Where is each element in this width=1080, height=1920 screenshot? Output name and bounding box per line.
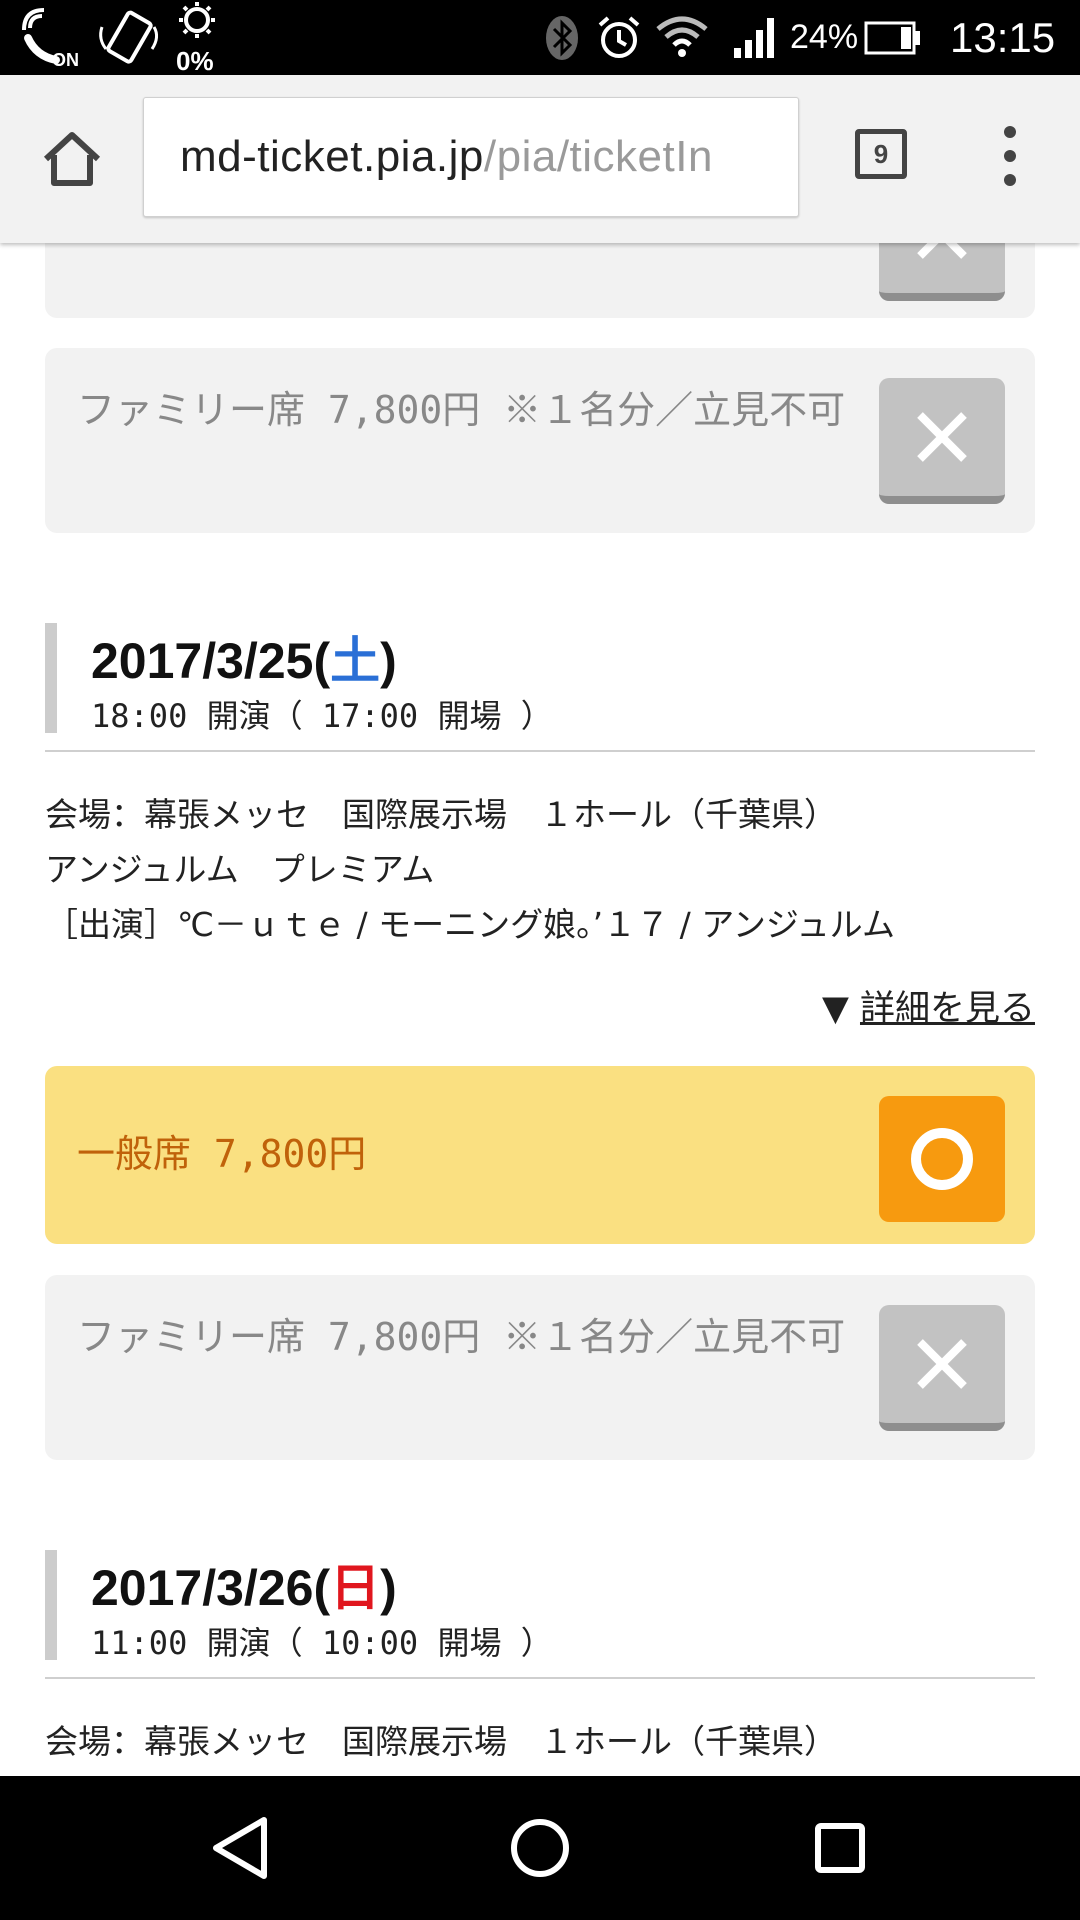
seat-card-partial <box>45 243 1035 318</box>
status-bar: ON 0% 24% 13:15 <box>0 0 1080 75</box>
date-accent-bar <box>45 623 57 733</box>
soldout-button[interactable] <box>879 243 1005 301</box>
seat-label: 一般席 7,800円 <box>77 1132 367 1176</box>
svg-text:ON: ON <box>52 50 79 68</box>
clock: 13:15 <box>950 13 1056 61</box>
soldout-button[interactable] <box>879 1305 1005 1431</box>
browser-toolbar: md-ticket.pia.jp/pia/ticketIn 9 <box>0 75 1080 243</box>
event-time: 11:00 開演（ 10:00 開場 ） <box>91 1624 553 1662</box>
seat-card-family: ファミリー席 7,800円 ※１名分／立見不可 <box>45 1275 1035 1460</box>
back-icon[interactable] <box>200 1808 280 1888</box>
event-date: 2017/3/26(日) <box>91 1560 397 1616</box>
date-accent-bar <box>45 1550 57 1660</box>
battery-icon <box>864 0 922 75</box>
bluetooth-icon <box>544 0 580 75</box>
venue-text: 会場：幕張メッセ 国際展示場 １ホール（千葉県） <box>45 1722 837 1761</box>
event-date-header: 2017/3/25(土) 18:00 開演（ 17:00 開場 ） <box>45 623 1035 753</box>
divider <box>45 1677 1035 1679</box>
day-of-week: 土 <box>330 633 381 689</box>
url-bar[interactable]: md-ticket.pia.jp/pia/ticketIn <box>143 97 799 217</box>
page-content: ファミリー席 7,800円 ※１名分／立見不可 2017/3/25(土) 18:… <box>0 243 1080 1776</box>
overflow-menu-icon[interactable] <box>995 123 1025 189</box>
venue-text: 会場：幕張メッセ 国際展示場 １ホール（千葉県） <box>45 795 837 834</box>
rotate-icon <box>96 0 162 75</box>
wifi-icon <box>654 0 710 75</box>
event-date-header: 2017/3/26(日) 11:00 開演（ 10:00 開場 ） <box>45 1550 1035 1680</box>
purchase-button[interactable] <box>879 1096 1005 1222</box>
seat-card-family: ファミリー席 7,800円 ※１名分／立見不可 <box>45 348 1035 533</box>
recents-icon[interactable] <box>800 1808 880 1888</box>
divider <box>45 750 1035 752</box>
cross-icon <box>917 1339 967 1389</box>
triangle-down-icon: ▼ <box>821 989 860 1029</box>
soldout-button[interactable] <box>879 378 1005 504</box>
alarm-icon <box>596 0 642 75</box>
event-time: 18:00 開演（ 17:00 開場 ） <box>91 697 553 735</box>
home-icon[interactable] <box>40 127 104 191</box>
event-date: 2017/3/25(土) <box>91 633 397 689</box>
seat-card-general: 一般席 7,800円 <box>45 1066 1035 1244</box>
details-link[interactable]: ▼ 詳細を見る <box>822 980 1035 1031</box>
cross-icon <box>917 243 967 259</box>
circle-icon <box>911 1128 973 1190</box>
navigation-bar <box>0 1776 1080 1920</box>
signal-icon <box>732 0 780 75</box>
day-of-week: 日 <box>330 1560 381 1616</box>
nfc-icon: ON <box>22 0 92 75</box>
seat-label: ファミリー席 7,800円 ※１名分／立見不可 <box>77 388 846 432</box>
battery-percent: 24% <box>790 18 859 56</box>
event-title: アンジュルム プレミアム <box>45 850 435 889</box>
brightness-icon: 0% <box>170 0 224 75</box>
seat-label: ファミリー席 7,800円 ※１名分／立見不可 <box>77 1315 846 1359</box>
home-nav-icon[interactable] <box>500 1808 580 1888</box>
performers-text: ［出演］℃－ｕｔｅ / モーニング娘。’１７ / アンジュルム <box>45 905 895 944</box>
cross-icon <box>917 412 967 462</box>
svg-text:0%: 0% <box>176 46 214 75</box>
url-path: /pia/ticketIn <box>483 132 713 181</box>
tab-switcher-button[interactable]: 9 <box>855 129 907 179</box>
url-host: md-ticket.pia.jp <box>180 132 484 181</box>
